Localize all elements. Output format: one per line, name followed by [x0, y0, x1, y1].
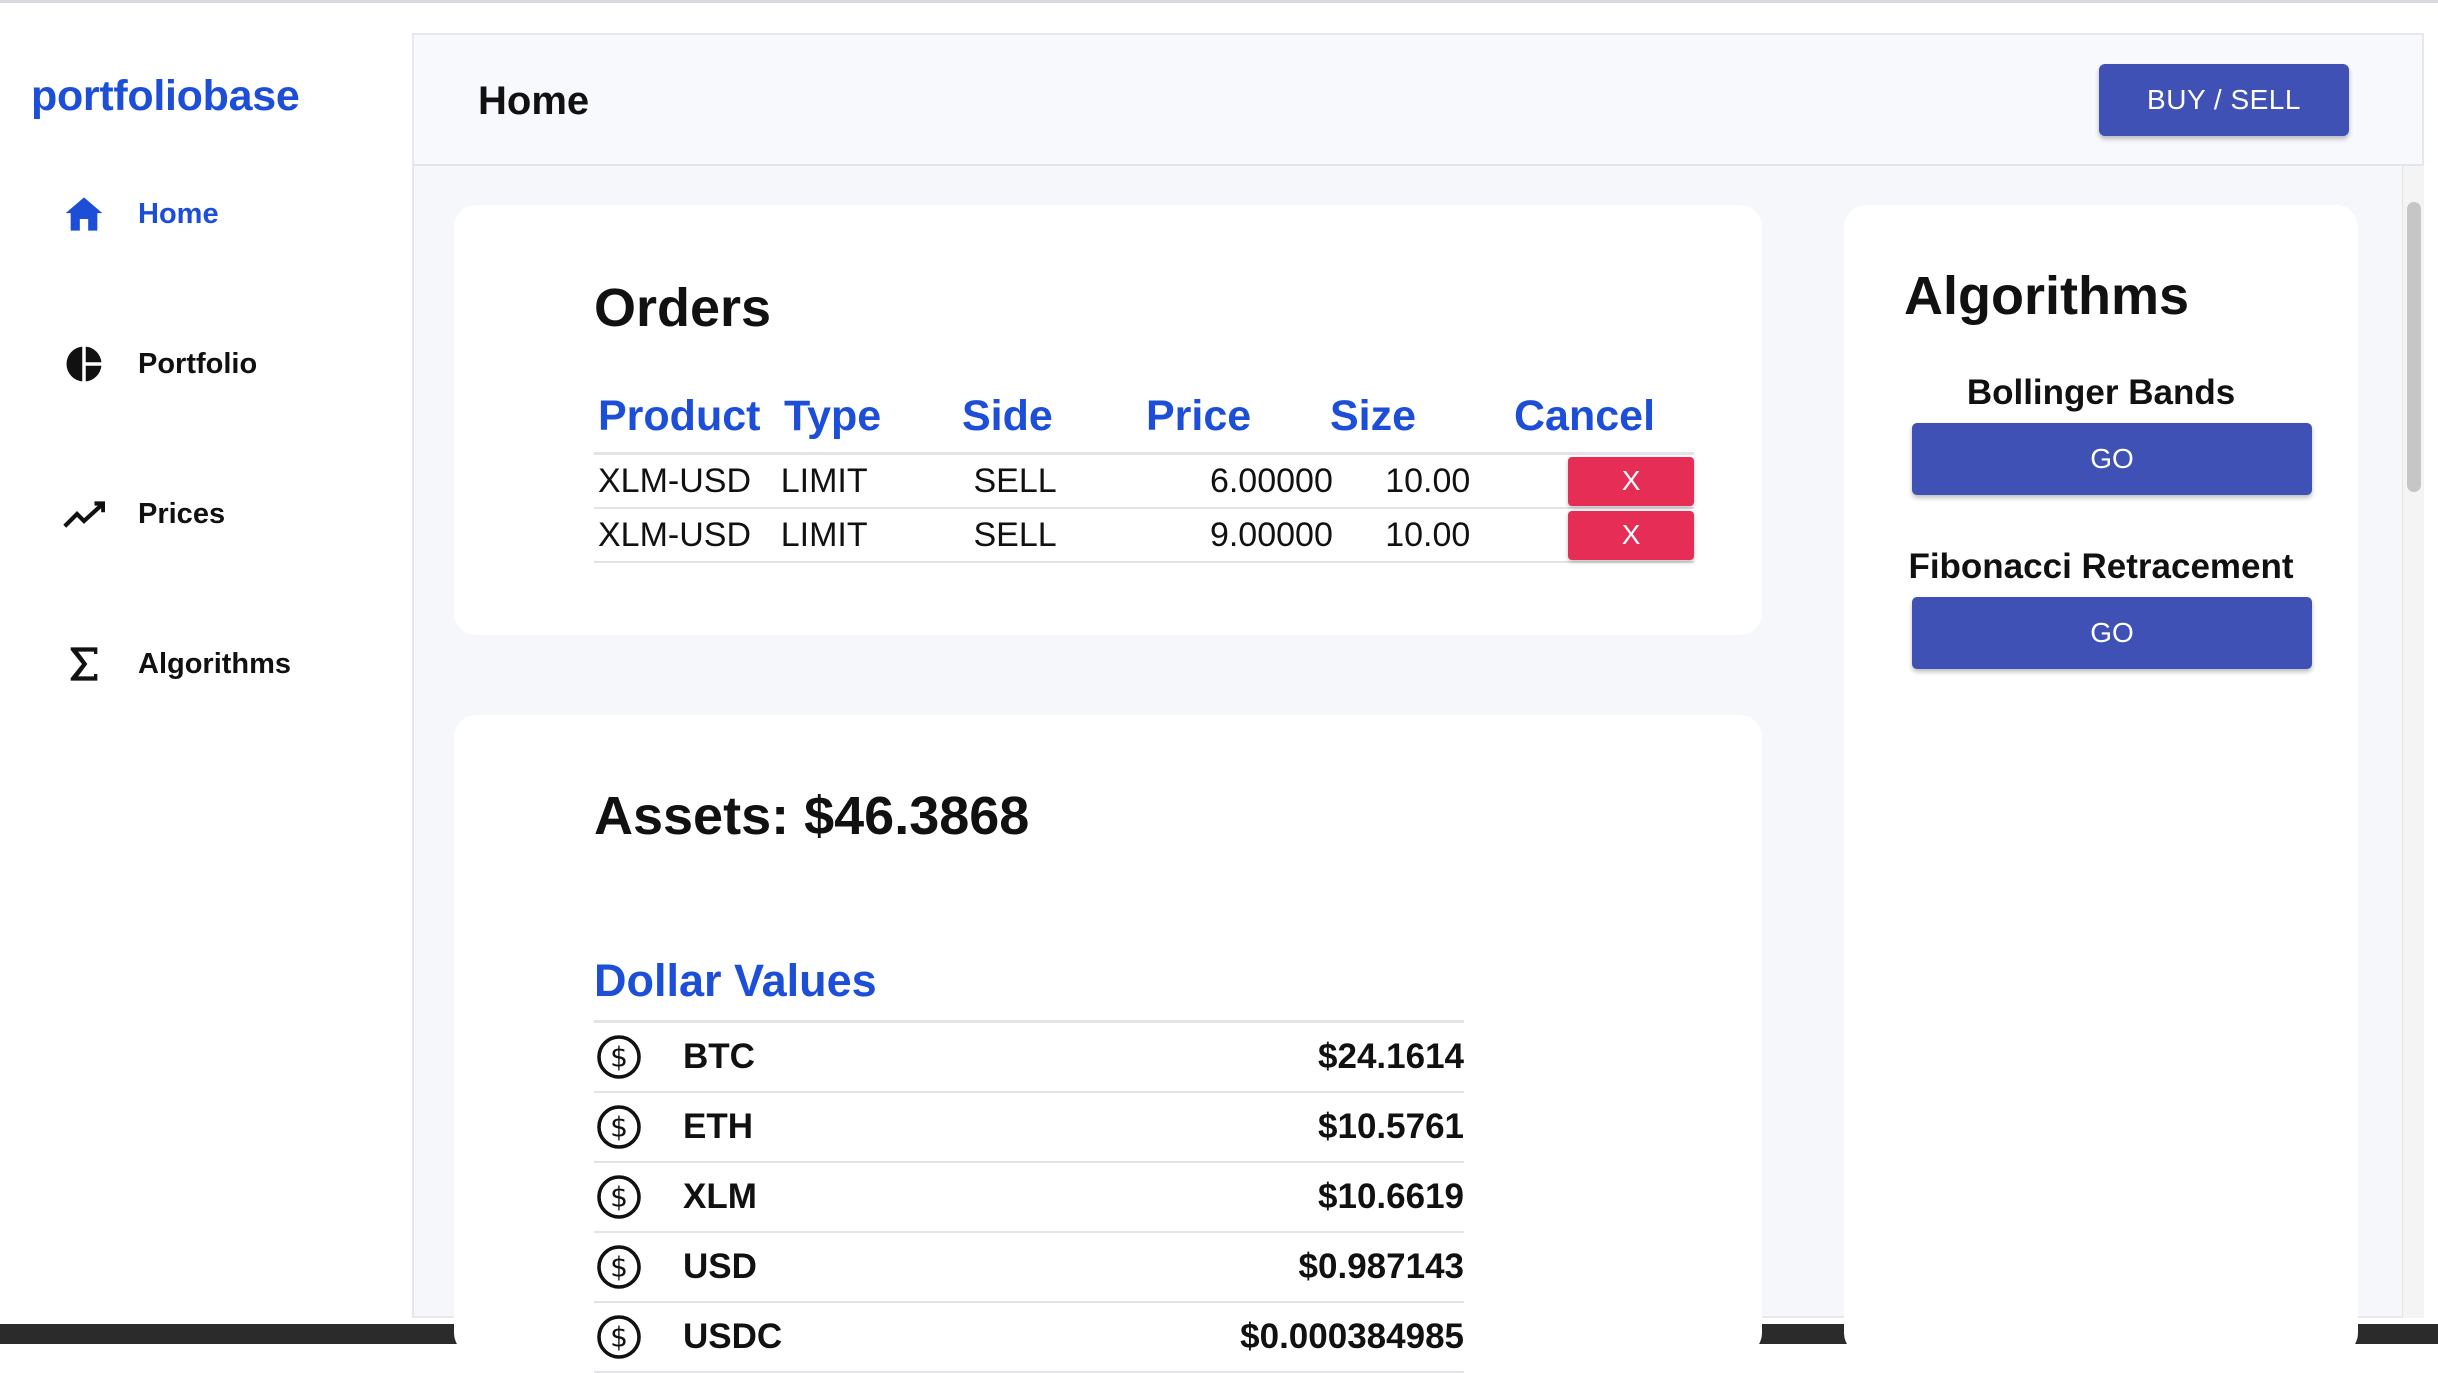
order-type: LIMIT: [780, 515, 868, 554]
orders-table: Product Type Side Price Size Cancel XLM-…: [594, 380, 1694, 563]
cancel-order-button[interactable]: X: [1568, 456, 1694, 506]
dollar-coin-icon: $: [597, 1105, 641, 1149]
assets-title: Assets: $46.3868: [594, 786, 1030, 846]
order-price: 9.00000: [1209, 515, 1333, 554]
sidebar-item-portfolio[interactable]: Portfolio: [60, 340, 257, 388]
order-type: LIMIT: [780, 461, 868, 500]
list-item: $ USD $0.987143: [594, 1233, 1464, 1303]
app-window: portfoliobase Home Portfolio Prices Algo…: [0, 0, 2438, 1373]
assets-card: Assets: $46.3868 Dollar Values $ BTC $24…: [454, 715, 1762, 1373]
go-button-fibonacci[interactable]: GO: [1912, 597, 2312, 669]
sidebar-item-prices[interactable]: Prices: [60, 490, 225, 538]
asset-symbol: XLM: [683, 1177, 757, 1216]
cancel-order-button[interactable]: X: [1568, 510, 1694, 560]
svg-text:$: $: [610, 1111, 628, 1144]
sigma-icon: [60, 640, 108, 688]
svg-text:$: $: [610, 1181, 628, 1214]
algorithm-name-bollinger: Bollinger Bands: [1966, 373, 2236, 412]
order-price: 6.00000: [1209, 461, 1333, 500]
list-item: $ BTC $24.1614: [594, 1023, 1464, 1093]
dollar-coin-icon: $: [597, 1315, 641, 1359]
asset-value: $24.1614: [1318, 1037, 1464, 1076]
main-content: Home BUY / SELL Orders Product Type Side…: [412, 33, 2424, 1373]
list-item: $ XLM $10.6619: [594, 1163, 1464, 1233]
sidebar: portfoliobase Home Portfolio Prices Algo…: [0, 6, 413, 1307]
asset-value: $10.6619: [1318, 1177, 1464, 1216]
column-header-side: Side: [962, 391, 1053, 440]
table-row: XLM-USD LIMIT SELL 9.00000 10.00 X: [594, 509, 1694, 563]
column-header-cancel: Cancel: [1514, 391, 1656, 440]
column-header-product: Product: [598, 391, 761, 440]
asset-value: $0.000384985: [1240, 1317, 1464, 1356]
orders-card: Orders Product Type Side Price Size Canc…: [454, 205, 1762, 635]
sidebar-item-label: Portfolio: [138, 347, 258, 380]
vertical-scrollbar[interactable]: [2402, 166, 2424, 1318]
dollar-coin-icon: $: [597, 1175, 641, 1219]
dollar-values-list: $ BTC $24.1614 $ ETH $10.5761 $ XLM $10.…: [594, 1020, 1464, 1373]
asset-symbol: USD: [683, 1247, 757, 1286]
svg-text:$: $: [610, 1321, 628, 1354]
algorithms-title: Algorithms: [1904, 266, 2190, 326]
pie-chart-icon: [60, 340, 108, 388]
sidebar-item-algorithms[interactable]: Algorithms: [60, 640, 291, 688]
page-title: Home: [478, 79, 590, 123]
column-header-price: Price: [1146, 391, 1252, 440]
asset-value: $10.5761: [1318, 1107, 1464, 1146]
order-product: XLM-USD: [598, 515, 752, 554]
algorithms-card: Algorithms Bollinger Bands GO Fibonacci …: [1844, 205, 2358, 1355]
dollar-coin-icon: $: [597, 1035, 641, 1079]
order-size: 10.00: [1385, 461, 1471, 500]
column-header-type: Type: [784, 391, 882, 440]
buy-sell-button[interactable]: BUY / SELL: [2099, 64, 2349, 136]
order-side: SELL: [973, 461, 1057, 500]
order-product: XLM-USD: [598, 461, 752, 500]
orders-title: Orders: [594, 278, 772, 338]
order-side: SELL: [973, 515, 1057, 554]
algorithm-name-fibonacci: Fibonacci Retracement: [1908, 547, 2294, 586]
sidebar-item-label: Prices: [138, 497, 226, 530]
asset-symbol: USDC: [683, 1317, 783, 1356]
sidebar-item-label: Algorithms: [138, 647, 292, 680]
home-icon: [60, 190, 108, 238]
trend-line-icon: [60, 490, 108, 538]
sidebar-item-label: Home: [138, 197, 219, 230]
table-row: XLM-USD LIMIT SELL 6.00000 10.00 X: [594, 455, 1694, 509]
asset-value: $0.987143: [1298, 1247, 1464, 1286]
column-header-size: Size: [1330, 391, 1417, 440]
orders-header-row: Product Type Side Price Size Cancel: [594, 380, 1694, 455]
svg-text:$: $: [610, 1041, 628, 1074]
go-button-bollinger[interactable]: GO: [1912, 423, 2312, 495]
brand-logo[interactable]: portfoliobase: [31, 72, 300, 121]
dollar-values-heading: Dollar Values: [594, 955, 877, 1006]
dollar-coin-icon: $: [597, 1245, 641, 1289]
top-bar: Home BUY / SELL: [414, 35, 2422, 166]
scrollbar-thumb[interactable]: [2407, 202, 2421, 492]
list-item: $ ETH $10.5761: [594, 1093, 1464, 1163]
asset-symbol: BTC: [683, 1037, 755, 1076]
order-size: 10.00: [1385, 515, 1471, 554]
asset-symbol: ETH: [683, 1107, 753, 1146]
list-item: $ USDC $0.000384985: [594, 1303, 1464, 1373]
svg-text:$: $: [610, 1251, 628, 1284]
sidebar-item-home[interactable]: Home: [60, 190, 219, 238]
